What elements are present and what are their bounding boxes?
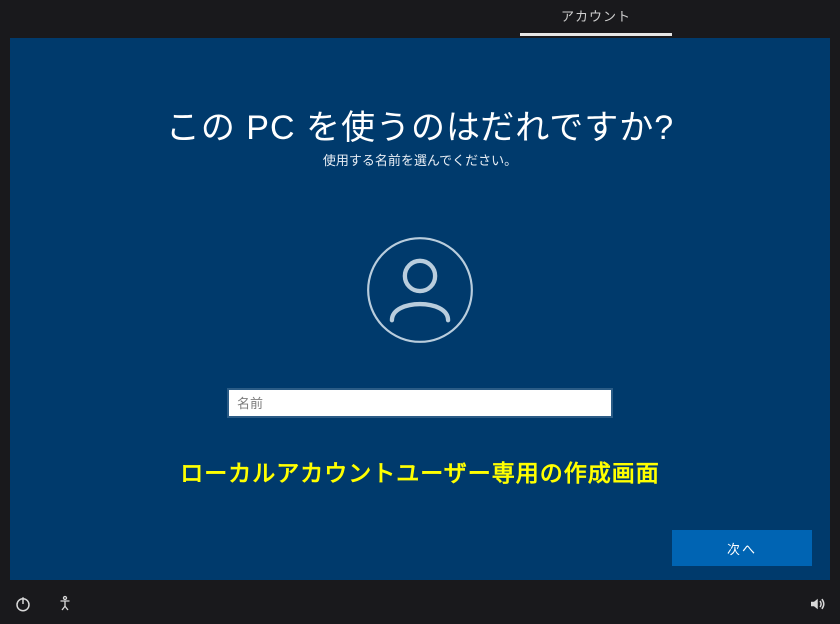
page-title: この PC を使うのはだれですか?: [10, 100, 830, 149]
volume-icon[interactable]: [808, 595, 826, 613]
username-input[interactable]: [227, 388, 613, 418]
next-button[interactable]: 次へ: [672, 530, 812, 566]
tab-account[interactable]: アカウント: [520, 6, 672, 36]
page-subtitle: 使用する名前を選んでください。: [10, 150, 830, 169]
accessibility-icon[interactable]: [56, 595, 74, 613]
stage-wrapper: この PC を使うのはだれですか? 使用する名前を選んでください。 ローカルアカ…: [10, 38, 830, 580]
annotation-text: ローカルアカウントユーザー専用の作成画面: [10, 454, 830, 488]
oobe-stage: この PC を使うのはだれですか? 使用する名前を選んでください。 ローカルアカ…: [10, 38, 830, 580]
user-icon: [366, 236, 474, 344]
bottom-toolbar: [0, 584, 840, 624]
power-icon[interactable]: [14, 595, 32, 613]
top-step-bar: アカウント: [0, 0, 840, 34]
